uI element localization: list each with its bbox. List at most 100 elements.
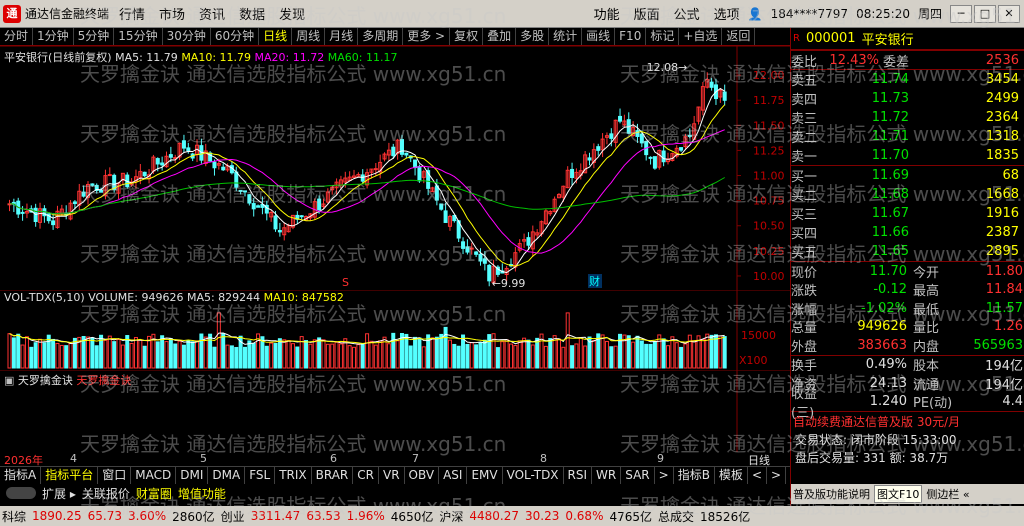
menu-item[interactable]: 数据 [239, 4, 265, 23]
order-ratio-value: 12.43% [829, 52, 879, 68]
related-quote-button[interactable]: 关联报价 [82, 485, 130, 502]
toolbar-button[interactable]: 更多 > [403, 28, 451, 45]
indicator-tab[interactable]: CR [353, 467, 379, 484]
toolbar-button[interactable]: 1分钟 [33, 28, 74, 45]
indicator-tab[interactable]: FSL [245, 467, 276, 484]
sell-row[interactable]: 卖四 11.73 2499 [791, 89, 1024, 108]
user-account[interactable]: 184****7797 [771, 7, 848, 21]
close-icon[interactable]: ✕ [998, 4, 1020, 23]
indicator-tab[interactable]: OBV [405, 467, 440, 484]
indicator-tab[interactable]: ASI [439, 467, 468, 484]
toolbar-button[interactable]: 统计 [549, 28, 583, 45]
sell-row[interactable]: 卖三 11.72 2364 [791, 108, 1024, 127]
toolbar-button[interactable]: 返回 [722, 28, 756, 45]
sell-row[interactable]: 卖二 11.71 1318 [791, 127, 1024, 146]
toolbar-button[interactable]: F10 [615, 28, 647, 45]
menu-item[interactable]: 行情 [119, 4, 145, 23]
volume-bar [626, 335, 631, 369]
indicator-tab[interactable]: > [767, 467, 787, 484]
volume-bar [535, 337, 540, 369]
toolbar-button[interactable]: 月线 [325, 28, 359, 45]
help-link[interactable]: 普及版功能说明 [793, 486, 870, 502]
sell-row[interactable]: 卖五 11.74 3454 [791, 70, 1024, 89]
maximize-icon[interactable]: □ [974, 4, 996, 23]
candlestick-chart[interactable]: 12.00 11.75 11.50 11.25 11.00 10.75 10.50 10.25… [0, 45, 790, 290]
indicator-tab[interactable]: 模板 [715, 467, 748, 484]
buy-row[interactable]: 买二 11.68 1668 [791, 185, 1024, 204]
index-name[interactable]: 创业 [221, 508, 245, 525]
indicator-tab[interactable]: VR [379, 467, 405, 484]
indicator-tab[interactable]: 指标A [0, 467, 42, 484]
indicator-tab[interactable]: 指标B [674, 467, 715, 484]
index-name[interactable]: 沪深 [439, 508, 463, 525]
indicator-tab[interactable]: TRIX [275, 467, 312, 484]
indicator-tab[interactable]: DMA [208, 467, 246, 484]
indicator-tab[interactable]: > [655, 467, 674, 484]
value-added-button[interactable]: 增值功能 [178, 485, 226, 502]
toolbar-button[interactable]: 15分钟 [114, 28, 163, 45]
volume-bar [604, 340, 609, 369]
toolbar-button[interactable]: 多股 [516, 28, 550, 45]
indicator-tab[interactable]: 窗口 [98, 467, 132, 484]
buy-row[interactable]: 买一 11.69 68 [791, 166, 1024, 185]
indicator-tab[interactable]: SAR [621, 467, 655, 484]
volume-bar [670, 336, 675, 369]
toolbar-button[interactable]: 日线 [259, 28, 293, 45]
menu-item[interactable]: 选项 [714, 4, 740, 23]
user-icon[interactable]: 👤 [748, 7, 763, 21]
menu-item[interactable]: 市场 [159, 4, 185, 23]
indicator-tab[interactable]: DMI [176, 467, 209, 484]
toolbar-button[interactable]: 30分钟 [163, 28, 211, 45]
buy-row-volume: 2387 [985, 225, 1019, 240]
indicator-tab[interactable]: BRAR [312, 467, 354, 484]
collapse-icon[interactable]: ▣ [4, 374, 14, 387]
f10-button[interactable]: 图文F10 [874, 485, 923, 503]
menu-item[interactable]: 发现 [279, 4, 305, 23]
menu-item[interactable]: 功能 [594, 4, 620, 23]
indicator-tab[interactable]: < [748, 467, 767, 484]
volume-bar [321, 339, 326, 369]
indicator-tab[interactable]: 指标平台 [41, 467, 99, 484]
expand-button[interactable]: 扩展 ▸ [42, 485, 76, 502]
buy-row-volume: 2895 [985, 244, 1019, 259]
indicator-tab[interactable]: VOL-TDX [503, 467, 564, 484]
menu-item[interactable]: 资讯 [199, 4, 225, 23]
sell-row[interactable]: 卖一 11.70 1835 [791, 146, 1024, 165]
index-name[interactable]: 科综 [2, 508, 26, 525]
toolbar-button[interactable]: 复权 [450, 28, 484, 45]
sidebar-toggle[interactable]: 侧边栏 « [926, 486, 969, 502]
month-label: 5 [200, 452, 207, 465]
toolbar-button[interactable]: 周线 [292, 28, 326, 45]
toolbar-button[interactable]: 叠加 [483, 28, 517, 45]
toolbar-button[interactable]: +自选 [679, 28, 723, 45]
price-tick-label: 12.00 [753, 69, 785, 82]
toolbar-button[interactable]: 画线 [582, 28, 616, 45]
buy-row[interactable]: 买三 11.67 1916 [791, 204, 1024, 223]
toolbar-button[interactable]: 标记 [646, 28, 680, 45]
buy-row[interactable]: 买四 11.66 2387 [791, 223, 1024, 242]
toolbar-button[interactable]: 5分钟 [74, 28, 115, 45]
indicator-tab[interactable]: RSI [564, 467, 593, 484]
promo-banner[interactable]: 自动续费通达信普及版 30元/月 [793, 415, 960, 429]
toolbar-button[interactable]: 多周期 [358, 28, 404, 45]
indicator-tab[interactable]: WR [592, 467, 622, 484]
buy-row[interactable]: 买五 11.65 2895 [791, 242, 1024, 261]
indicator-tab[interactable]: MACD [131, 467, 177, 484]
volume-bar [11, 337, 16, 369]
indicator-chart[interactable]: ▣ 天罗擒金诀 天罗擒金诀 [0, 369, 790, 452]
volume-bar [661, 338, 666, 369]
menu-item[interactable]: 公式 [674, 4, 700, 23]
wealth-circle-button[interactable]: 财富圈 [136, 485, 172, 502]
minimize-icon[interactable]: ─ [950, 4, 972, 23]
menu-item[interactable]: 版面 [634, 4, 660, 23]
volume-bar [526, 339, 531, 369]
volume-chart[interactable]: 15000 X100 VOL-TDX(5,10) VOLUME: 949626 M… [0, 289, 790, 370]
buy-row-price: 11.67 [871, 206, 909, 221]
toolbar-button[interactable]: 分时 [0, 28, 34, 45]
volume-bar [522, 337, 527, 369]
volume-bar [679, 346, 684, 369]
buy-row-volume: 1916 [985, 206, 1019, 221]
toggle-icon[interactable] [6, 487, 36, 499]
toolbar-button[interactable]: 60分钟 [211, 28, 260, 45]
indicator-tab[interactable]: EMV [467, 467, 503, 484]
